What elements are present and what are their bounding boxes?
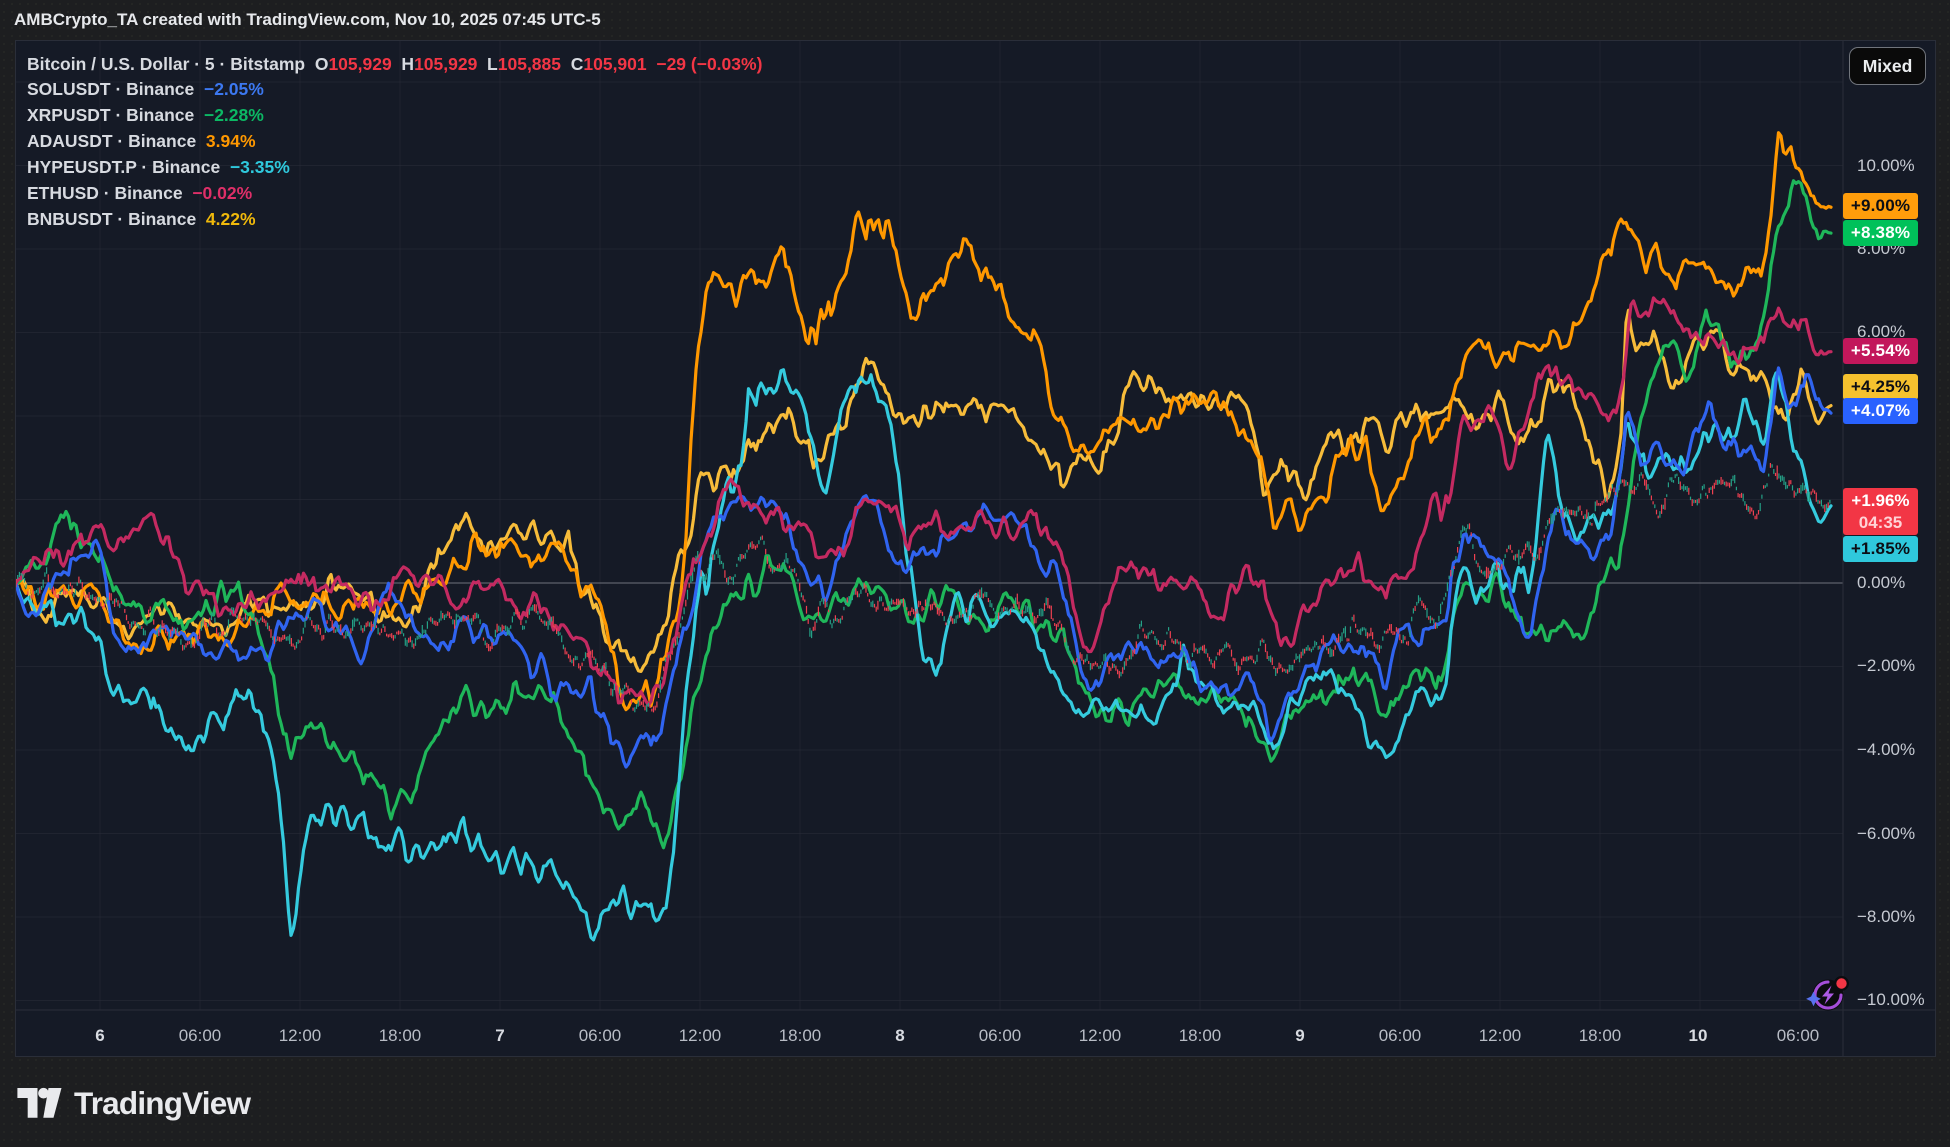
svg-text:TradingView: TradingView [74, 1085, 251, 1121]
